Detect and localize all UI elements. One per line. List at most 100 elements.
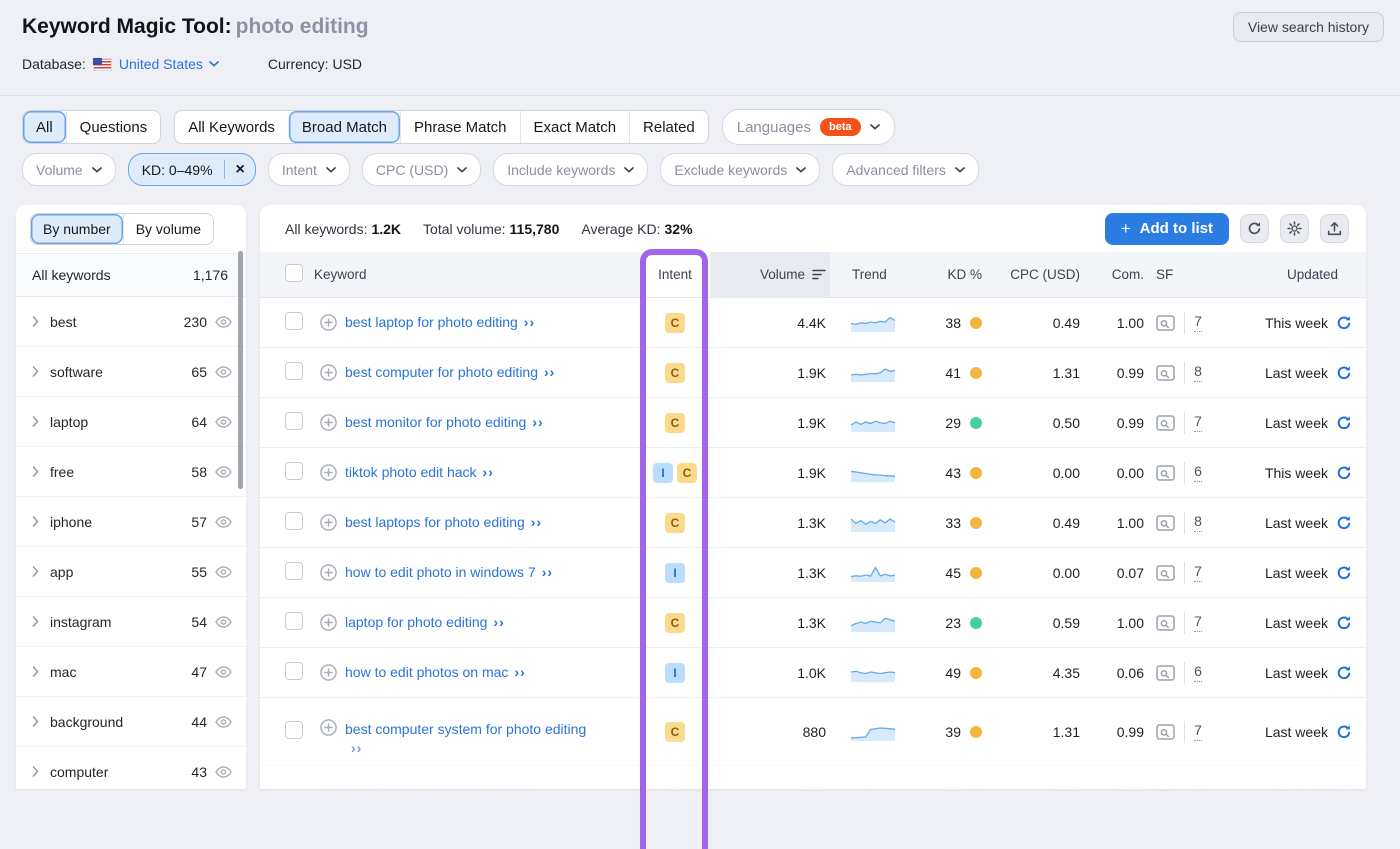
column-kd[interactable]: KD % bbox=[898, 267, 988, 282]
add-keyword-icon[interactable] bbox=[320, 614, 337, 631]
sf-count[interactable]: 6 bbox=[1194, 663, 1202, 682]
column-volume[interactable]: Volume bbox=[710, 252, 830, 297]
filter-kd-0-49[interactable]: KD: 0–49%× bbox=[128, 153, 256, 186]
keyword-link[interactable]: best laptop for photo editing bbox=[345, 314, 518, 330]
sidebar-item-computer[interactable]: computer43 bbox=[16, 747, 246, 789]
filter-cpc-usd[interactable]: CPC (USD) bbox=[362, 153, 481, 186]
column-sf[interactable]: SF bbox=[1144, 267, 1214, 282]
refresh-icon[interactable] bbox=[1336, 365, 1352, 381]
add-keyword-icon[interactable] bbox=[320, 414, 337, 431]
serp-features-icon[interactable] bbox=[1156, 415, 1175, 431]
table-row[interactable]: best laptops for photo editing››C1.3K330… bbox=[260, 498, 1366, 548]
view-search-history-button[interactable]: View search history bbox=[1233, 12, 1384, 42]
tab-questions[interactable]: Questions bbox=[66, 111, 161, 143]
table-row[interactable]: laptop for photo editing››C1.3K230.591.0… bbox=[260, 598, 1366, 648]
eye-icon[interactable] bbox=[215, 516, 232, 528]
add-keyword-icon[interactable] bbox=[320, 664, 337, 681]
eye-icon[interactable] bbox=[215, 316, 232, 328]
eye-icon[interactable] bbox=[215, 666, 232, 678]
sidebar-all-keywords[interactable]: All keywords 1,176 bbox=[16, 253, 246, 297]
keyword-link[interactable]: best laptops for photo editing bbox=[345, 514, 525, 530]
export-button[interactable] bbox=[1320, 214, 1349, 243]
keyword-link[interactable]: best monitors for photo editing bbox=[345, 782, 533, 789]
expand-keyword-icon[interactable]: ›› bbox=[539, 782, 550, 789]
add-keyword-icon[interactable] bbox=[320, 364, 337, 381]
serp-features-icon[interactable] bbox=[1156, 315, 1175, 331]
tab-broad-match[interactable]: Broad Match bbox=[288, 111, 400, 143]
serp-features-icon[interactable] bbox=[1156, 515, 1175, 531]
sidebar-item-free[interactable]: free58 bbox=[16, 447, 246, 497]
table-row[interactable]: how to edit photos on mac››I1.0K494.350.… bbox=[260, 648, 1366, 698]
refresh-icon[interactable] bbox=[1336, 465, 1352, 481]
table-row[interactable]: best laptop for photo editing››C4.4K380.… bbox=[260, 298, 1366, 348]
sf-count[interactable]: 7 bbox=[1194, 613, 1202, 632]
keyword-link[interactable]: best computer for photo editing bbox=[345, 364, 538, 380]
eye-icon[interactable] bbox=[215, 566, 232, 578]
refresh-icon[interactable] bbox=[1336, 665, 1352, 681]
filter-advanced-filters[interactable]: Advanced filters bbox=[832, 153, 979, 186]
table-row[interactable]: tiktok photo edit hack››IC1.9K430.000.00… bbox=[260, 448, 1366, 498]
tab-related[interactable]: Related bbox=[629, 111, 708, 143]
filter-exclude-keywords[interactable]: Exclude keywords bbox=[660, 153, 820, 186]
serp-features-icon[interactable] bbox=[1156, 565, 1175, 581]
tab-all[interactable]: All bbox=[23, 111, 66, 143]
add-keyword-icon[interactable] bbox=[320, 782, 337, 789]
expand-keyword-icon[interactable]: ›› bbox=[524, 314, 535, 330]
refresh-icon[interactable] bbox=[1336, 783, 1352, 790]
serp-features-icon[interactable] bbox=[1156, 365, 1175, 381]
table-settings-button[interactable] bbox=[1280, 214, 1309, 243]
sf-count[interactable]: 7 bbox=[1194, 413, 1202, 432]
refresh-icon[interactable] bbox=[1336, 724, 1352, 740]
add-keyword-icon[interactable] bbox=[320, 719, 337, 736]
serp-features-icon[interactable] bbox=[1156, 465, 1175, 481]
keyword-link[interactable]: how to edit photos on mac bbox=[345, 664, 508, 680]
refresh-icon[interactable] bbox=[1336, 315, 1352, 331]
refresh-icon[interactable] bbox=[1336, 515, 1352, 531]
sidebar-item-software[interactable]: software65 bbox=[16, 347, 246, 397]
add-to-list-button[interactable]: +Add to list bbox=[1105, 213, 1229, 245]
sf-count[interactable]: 7 bbox=[1194, 313, 1202, 332]
close-icon[interactable]: × bbox=[236, 162, 245, 178]
languages-dropdown[interactable]: Languagesbeta bbox=[722, 109, 895, 145]
table-row[interactable]: best monitor for photo editing››C1.9K290… bbox=[260, 398, 1366, 448]
sidebar-scrollbar[interactable] bbox=[238, 251, 243, 489]
expand-keyword-icon[interactable]: ›› bbox=[531, 514, 542, 530]
sidebar-item-mac[interactable]: mac47 bbox=[16, 647, 246, 697]
refresh-icon[interactable] bbox=[1336, 615, 1352, 631]
column-cpc[interactable]: CPC (USD) bbox=[988, 267, 1080, 282]
sf-count[interactable]: 8 bbox=[1194, 513, 1202, 532]
add-keyword-icon[interactable] bbox=[320, 464, 337, 481]
sf-count[interactable]: 8 bbox=[1194, 363, 1202, 382]
expand-keyword-icon[interactable]: ›› bbox=[542, 564, 553, 580]
expand-keyword-icon[interactable]: ›› bbox=[493, 614, 504, 630]
keyword-link[interactable]: laptop for photo editing bbox=[345, 614, 487, 630]
sf-count[interactable]: 7 bbox=[1194, 563, 1202, 582]
toggle-by-number[interactable]: By number bbox=[31, 214, 123, 244]
table-row[interactable]: how to edit photo in windows 7››I1.3K450… bbox=[260, 548, 1366, 598]
filter-include-keywords[interactable]: Include keywords bbox=[493, 153, 648, 186]
sidebar-item-iphone[interactable]: iphone57 bbox=[16, 497, 246, 547]
table-row[interactable]: best computer system for photo editing››… bbox=[260, 698, 1366, 766]
serp-features-icon[interactable] bbox=[1156, 615, 1175, 631]
refresh-icon[interactable] bbox=[1336, 565, 1352, 581]
refresh-icon[interactable] bbox=[1336, 415, 1352, 431]
table-row[interactable]: best computer for photo editing››C1.9K41… bbox=[260, 348, 1366, 398]
sort-desc-icon[interactable] bbox=[812, 269, 826, 280]
eye-icon[interactable] bbox=[215, 766, 232, 778]
tab-phrase-match[interactable]: Phrase Match bbox=[400, 111, 520, 143]
column-keyword[interactable]: Keyword bbox=[300, 267, 640, 282]
tab-exact-match[interactable]: Exact Match bbox=[520, 111, 630, 143]
expand-keyword-icon[interactable]: ›› bbox=[514, 664, 525, 680]
sidebar-item-laptop[interactable]: laptop64 bbox=[16, 397, 246, 447]
keyword-link[interactable]: best monitor for photo editing bbox=[345, 414, 526, 430]
add-keyword-icon[interactable] bbox=[320, 314, 337, 331]
sidebar-item-instagram[interactable]: instagram54 bbox=[16, 597, 246, 647]
keyword-link[interactable]: best computer system for photo editing bbox=[345, 721, 586, 737]
tab-all-keywords[interactable]: All Keywords bbox=[175, 111, 288, 143]
sf-count[interactable]: 6 bbox=[1194, 463, 1202, 482]
eye-icon[interactable] bbox=[215, 716, 232, 728]
sf-count[interactable]: 10 bbox=[1190, 781, 1206, 789]
eye-icon[interactable] bbox=[215, 416, 232, 428]
add-keyword-icon[interactable] bbox=[320, 514, 337, 531]
eye-icon[interactable] bbox=[215, 616, 232, 628]
